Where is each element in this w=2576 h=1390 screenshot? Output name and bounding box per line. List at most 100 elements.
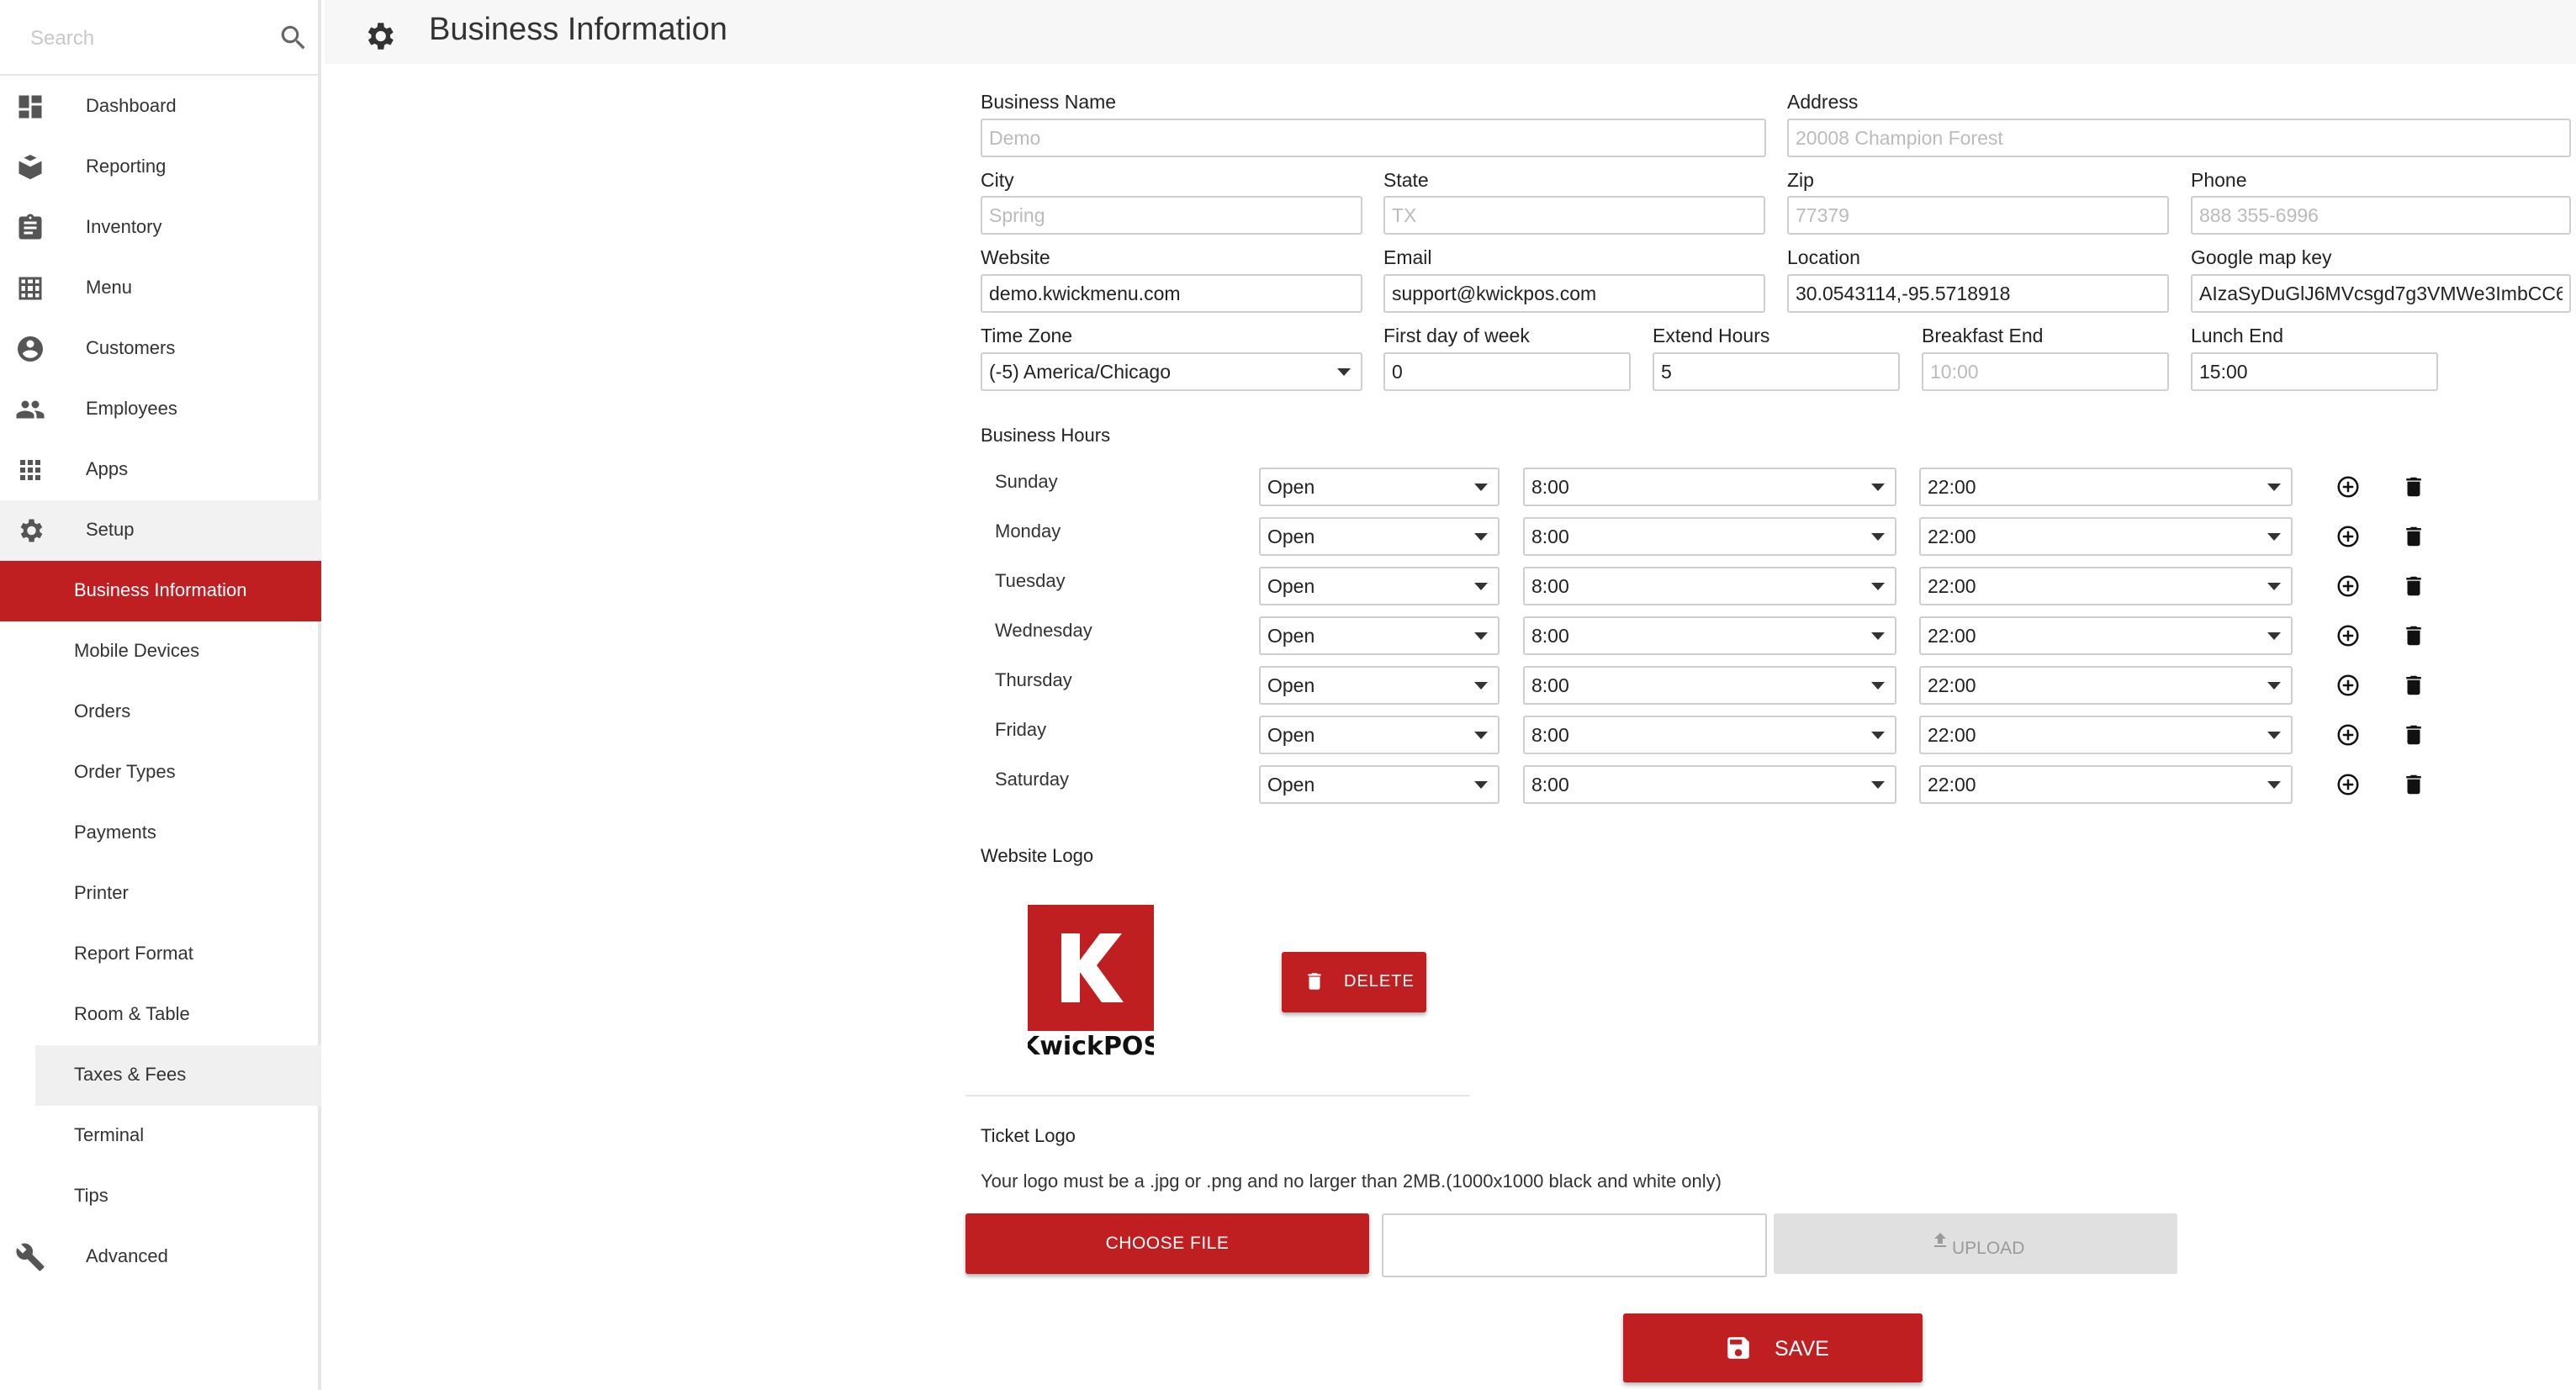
trash-icon[interactable] <box>2401 673 2426 698</box>
day-label-sunday: Sunday <box>995 471 1058 492</box>
open-time-select-wednesday[interactable]: 8:00 <box>1523 616 1896 655</box>
close-time-select-monday[interactable]: 22:00 <box>1919 517 2293 556</box>
add-circle-icon[interactable] <box>2335 673 2361 698</box>
sidebar-item-dashboard[interactable]: Dashboard <box>0 77 321 137</box>
city-input[interactable] <box>981 196 1362 235</box>
trash-icon[interactable] <box>2401 524 2426 549</box>
website-logo-image: KwickPOS <box>1020 905 1161 1061</box>
sidebar: Dashboard Reporting Inventory Menu Custo… <box>0 0 321 1390</box>
close-time-select-tuesday[interactable]: 22:00 <box>1919 567 2293 605</box>
chevron-down-icon <box>1474 583 1488 590</box>
sidebar-item-employees[interactable]: Employees <box>0 379 321 440</box>
address-input[interactable] <box>1787 119 2571 157</box>
sidebar-item-label: Employees <box>86 398 177 419</box>
sidebar-item-inventory[interactable]: Inventory <box>0 198 321 258</box>
first-day-input[interactable] <box>1383 352 1631 391</box>
open-time-select-sunday[interactable]: 8:00 <box>1523 468 1896 506</box>
phone-input[interactable] <box>2191 196 2571 235</box>
sidebar-subitem-room-table[interactable]: Room & Table <box>0 985 321 1045</box>
sidebar-subitem-label: Terminal <box>74 1124 145 1145</box>
chevron-down-icon <box>2267 732 2281 739</box>
add-circle-icon[interactable] <box>2335 474 2361 499</box>
sidebar-subitem-label: Report Format <box>74 943 193 964</box>
open-value: 8:00 <box>1531 724 1569 746</box>
file-name-field[interactable] <box>1382 1213 1767 1277</box>
day-label-thursday: Thursday <box>995 669 1072 690</box>
extend-hours-input[interactable] <box>1653 352 1900 391</box>
sidebar-subitem-order-types[interactable]: Order Types <box>0 743 321 803</box>
sidebar-subitem-tips[interactable]: Tips <box>0 1166 321 1227</box>
sidebar-subitem-taxes-fees[interactable]: Taxes & Fees <box>35 1045 321 1106</box>
sidebar-subitem-payments[interactable]: Payments <box>0 803 321 864</box>
close-time-select-friday[interactable]: 22:00 <box>1919 716 2293 754</box>
search-input[interactable] <box>30 22 266 55</box>
add-circle-icon[interactable] <box>2335 623 2361 648</box>
add-circle-icon[interactable] <box>2335 722 2361 748</box>
sidebar-subitem-printer[interactable]: Printer <box>0 864 321 924</box>
sidebar-item-apps[interactable]: Apps <box>0 440 321 500</box>
state-input[interactable] <box>1383 196 1765 235</box>
status-select-thursday[interactable]: Open <box>1259 666 1500 705</box>
search-icon[interactable] <box>278 22 309 54</box>
trash-icon[interactable] <box>2401 772 2426 797</box>
extend-hours-label: Extend Hours <box>1653 325 1770 346</box>
zip-label: Zip <box>1787 169 1814 191</box>
status-select-monday[interactable]: Open <box>1259 517 1500 556</box>
trash-icon[interactable] <box>2401 573 2426 599</box>
open-time-select-tuesday[interactable]: 8:00 <box>1523 567 1896 605</box>
upload-button[interactable]: UPLOAD <box>1774 1213 2177 1274</box>
close-time-select-sunday[interactable]: 22:00 <box>1919 468 2293 506</box>
close-time-select-thursday[interactable]: 22:00 <box>1919 666 2293 705</box>
status-select-saturday[interactable]: Open <box>1259 765 1500 804</box>
status-select-wednesday[interactable]: Open <box>1259 616 1500 655</box>
sidebar-subitem-label: Business Information <box>74 579 247 600</box>
save-button[interactable]: SAVE <box>1623 1313 1923 1382</box>
status-select-sunday[interactable]: Open <box>1259 468 1500 506</box>
sidebar-item-setup[interactable]: Setup <box>0 500 321 561</box>
sidebar-item-customers[interactable]: Customers <box>0 319 321 379</box>
time-zone-label: Time Zone <box>981 325 1073 346</box>
sidebar-subitem-business-information[interactable]: Business Information <box>0 561 321 621</box>
status-select-tuesday[interactable]: Open <box>1259 567 1500 605</box>
add-circle-icon[interactable] <box>2335 573 2361 599</box>
sidebar-item-advanced[interactable]: Advanced <box>0 1227 321 1287</box>
sidebar-subitem-mobile-devices[interactable]: Mobile Devices <box>0 621 321 682</box>
zip-input[interactable] <box>1787 196 2169 235</box>
breakfast-end-label: Breakfast End <box>1922 325 2044 346</box>
chevron-down-icon <box>1474 781 1488 789</box>
status-select-friday[interactable]: Open <box>1259 716 1500 754</box>
trash-icon[interactable] <box>2401 722 2426 748</box>
delete-logo-button[interactable]: DELETE <box>1282 952 1426 1012</box>
add-circle-icon[interactable] <box>2335 524 2361 549</box>
close-value: 22:00 <box>1928 774 1976 795</box>
sidebar-subitem-orders[interactable]: Orders <box>0 682 321 743</box>
breakfast-end-input[interactable] <box>1922 352 2169 391</box>
sidebar-subitem-terminal[interactable]: Terminal <box>0 1106 321 1166</box>
choose-file-button[interactable]: CHOOSE FILE <box>965 1213 1369 1274</box>
sidebar-item-label: Dashboard <box>86 95 177 116</box>
sidebar-item-reporting[interactable]: Reporting <box>0 137 321 198</box>
close-time-select-wednesday[interactable]: 22:00 <box>1919 616 2293 655</box>
open-time-select-thursday[interactable]: 8:00 <box>1523 666 1896 705</box>
upload-label: UPLOAD <box>1952 1239 2025 1258</box>
location-label: Location <box>1787 246 1860 268</box>
add-circle-icon[interactable] <box>2335 772 2361 797</box>
sidebar-item-menu[interactable]: Menu <box>0 258 321 319</box>
website-input[interactable] <box>981 274 1362 313</box>
open-time-select-monday[interactable]: 8:00 <box>1523 517 1896 556</box>
status-value: Open <box>1267 476 1315 498</box>
close-time-select-saturday[interactable]: 22:00 <box>1919 765 2293 804</box>
sidebar-subitem-report-format[interactable]: Report Format <box>0 924 321 985</box>
location-input[interactable] <box>1787 274 2169 313</box>
time-zone-select[interactable]: (-5) America/Chicago <box>981 352 1362 391</box>
trash-icon[interactable] <box>2401 474 2426 499</box>
business-name-input[interactable] <box>981 119 1766 157</box>
open-value: 8:00 <box>1531 575 1569 597</box>
dashboard-icon <box>19 95 42 119</box>
email-input[interactable] <box>1383 274 1765 313</box>
google-map-key-input[interactable] <box>2191 274 2571 313</box>
open-time-select-saturday[interactable]: 8:00 <box>1523 765 1896 804</box>
trash-icon[interactable] <box>2401 623 2426 648</box>
lunch-end-input[interactable] <box>2191 352 2438 391</box>
open-time-select-friday[interactable]: 8:00 <box>1523 716 1896 754</box>
